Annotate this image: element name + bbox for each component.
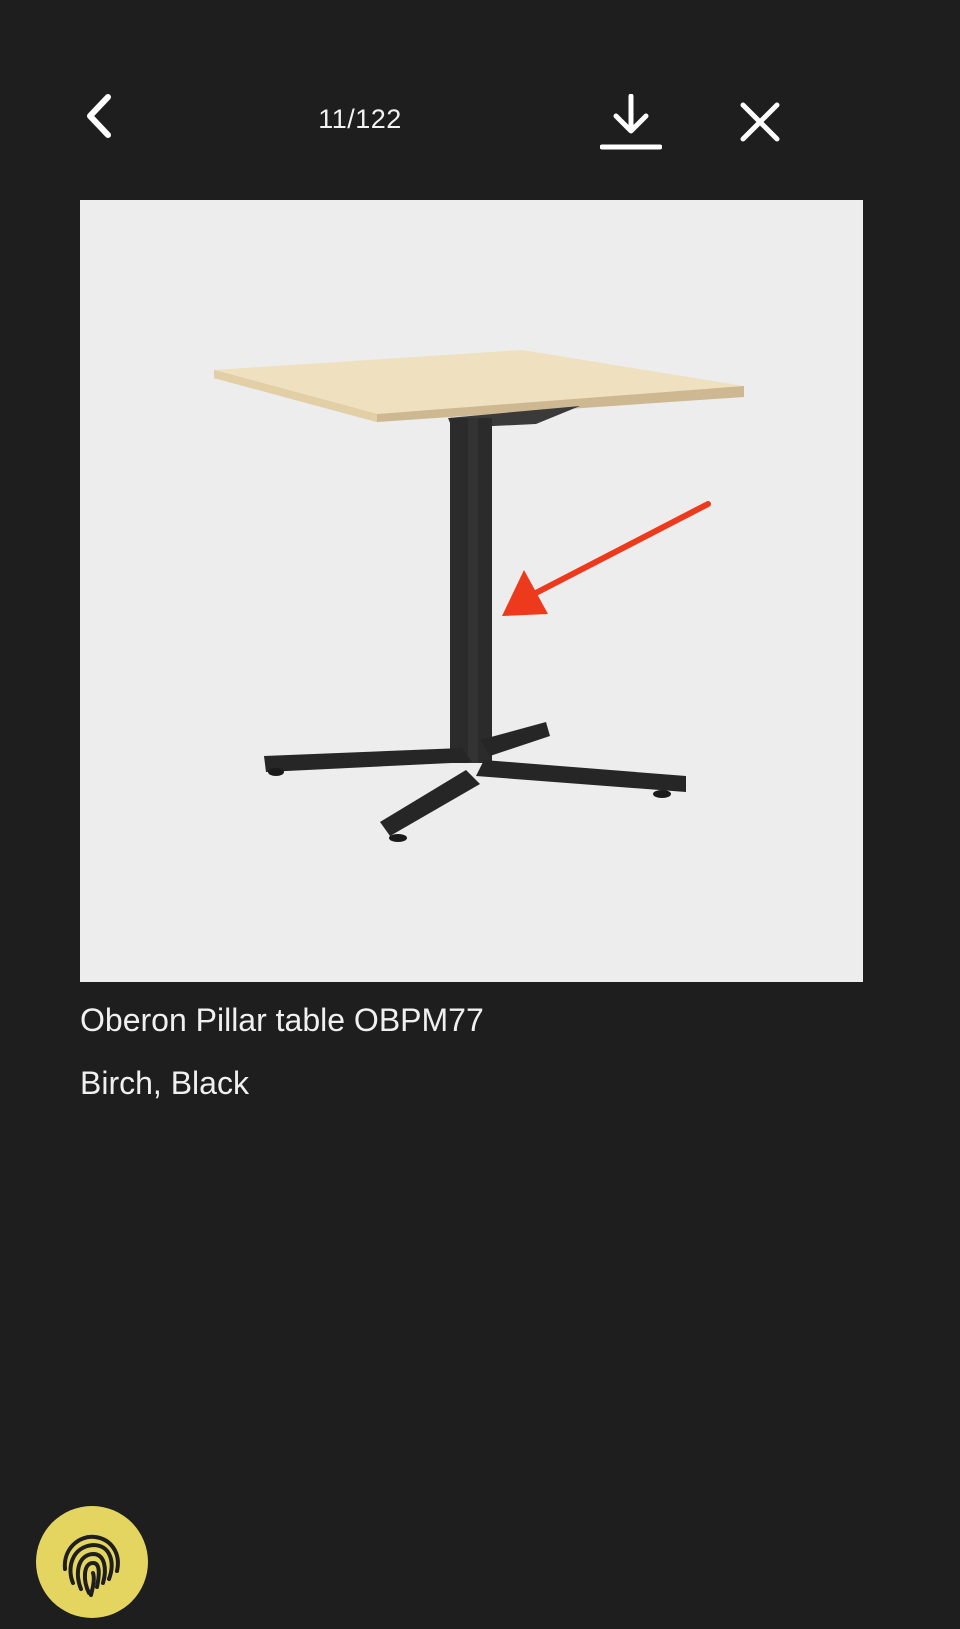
viewer-top-bar: 11/122 [0, 80, 960, 160]
product-image [80, 200, 863, 982]
fingerprint-icon [62, 1534, 120, 1597]
download-icon [600, 94, 662, 150]
pillar-table-illustration [214, 350, 744, 842]
product-finish: Birch, Black [80, 1065, 249, 1101]
chevron-left-icon [87, 94, 111, 138]
download-button[interactable] [598, 90, 664, 156]
close-button[interactable] [732, 94, 788, 150]
back-button[interactable] [70, 88, 126, 144]
image-viewer-screen: 11/122 Oberon Pillar table OBPM77 Birch,… [0, 0, 960, 1629]
image-counter: 11/122 [318, 104, 402, 134]
close-icon [740, 102, 780, 142]
product-name: Oberon Pillar table OBPM77 [80, 1002, 484, 1038]
fingerprint-button[interactable] [36, 1506, 148, 1618]
